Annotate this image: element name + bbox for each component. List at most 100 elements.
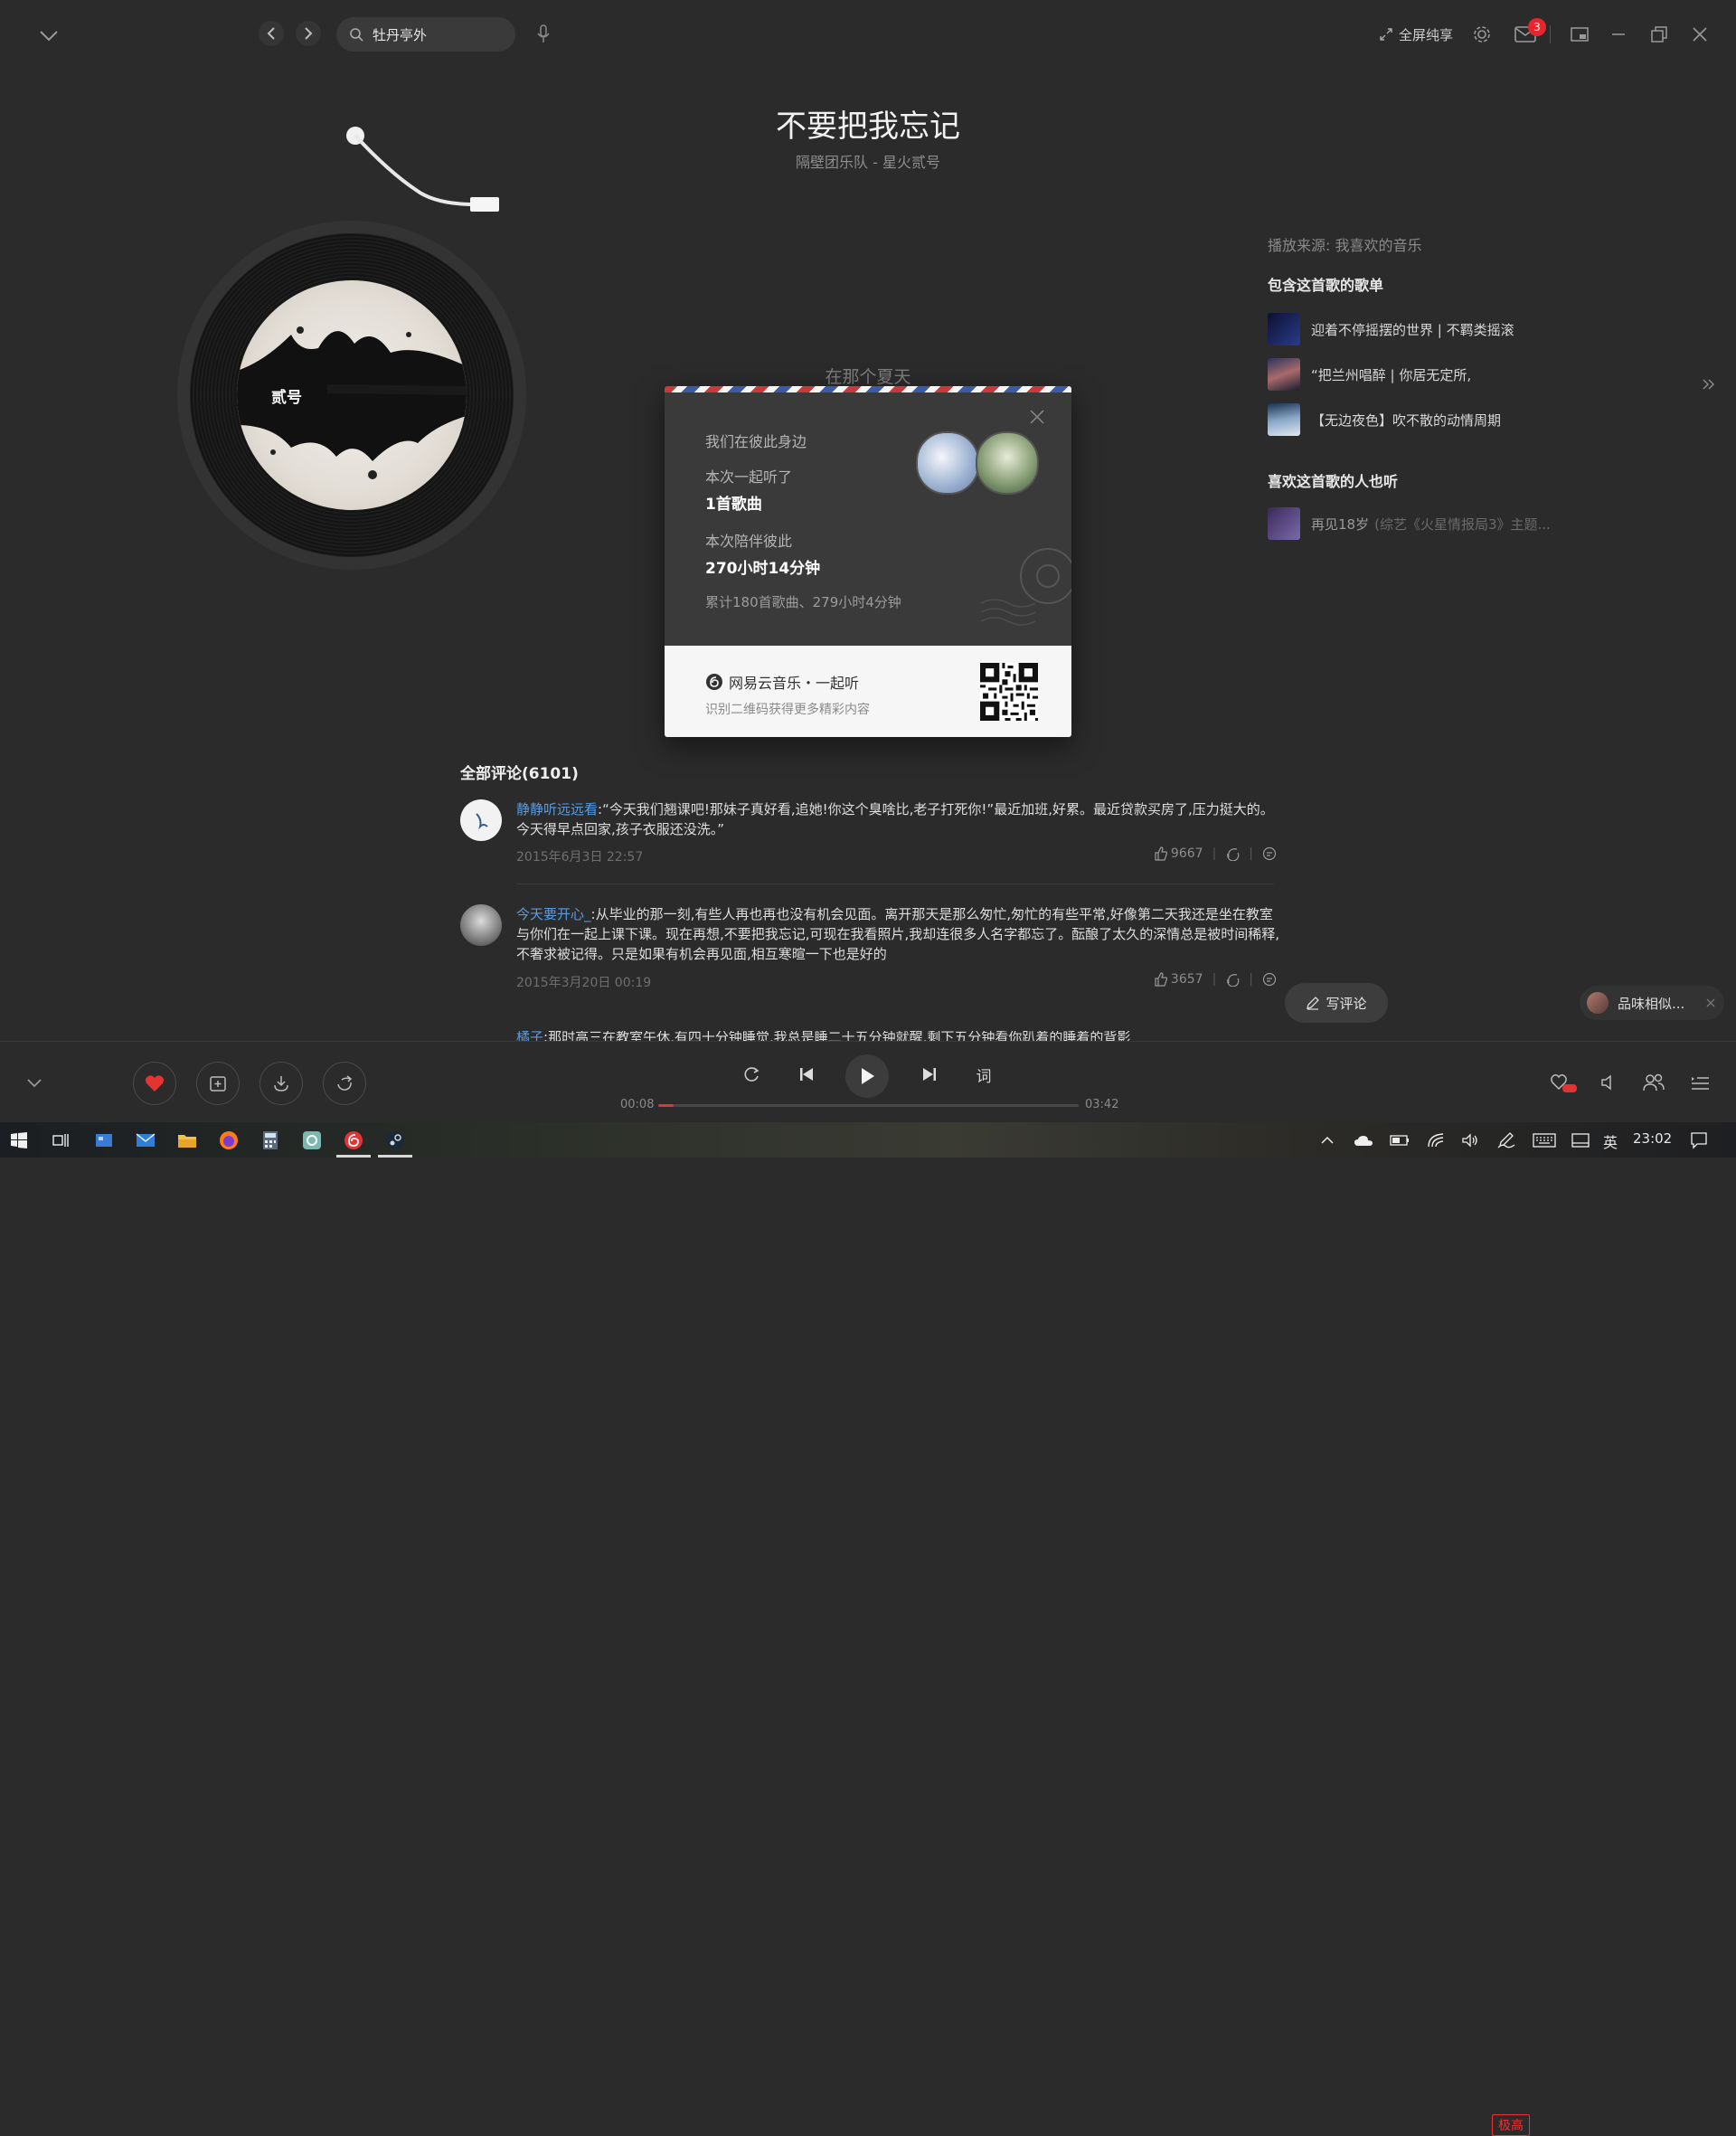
collapse-player-button[interactable] — [22, 1073, 47, 1094]
battery-tray[interactable] — [1388, 1129, 1411, 1152]
queue-list-icon — [1692, 1077, 1709, 1090]
tablet-icon — [1571, 1133, 1590, 1148]
taskbar-mail[interactable] — [134, 1129, 157, 1152]
touch-keyboard-tray[interactable] — [1533, 1129, 1556, 1152]
reply-icon[interactable] — [1262, 846, 1277, 861]
search-box[interactable] — [336, 17, 515, 52]
comment-body: :从毕业的那一刻,有些人再也再也没有机会见面。离开那天是那么匆忙,匆忙的有些平常… — [516, 906, 1280, 962]
close-icon[interactable] — [1706, 998, 1715, 1007]
comment-item: 橘子:那时高三在教室午休,有四十分钟睡觉,我总是睡二十五分钟就醒,剩下五分钟看你… — [460, 1031, 1274, 1041]
avatar[interactable] — [460, 904, 502, 946]
taskbar-explorer[interactable] — [175, 1129, 199, 1152]
progress-fill — [658, 1104, 674, 1107]
also-listen-item[interactable]: 再见18岁 (综艺《火星情报局3》主题... — [1268, 507, 1551, 540]
minimize-icon — [1612, 33, 1625, 35]
comment-user[interactable]: 静静听远远看 — [516, 801, 598, 818]
clock[interactable]: 23:02 — [1633, 1130, 1672, 1147]
onedrive-tray[interactable] — [1352, 1129, 1375, 1152]
taskbar-calculator[interactable] — [259, 1129, 282, 1152]
expand-panel-button[interactable] — [1700, 374, 1718, 394]
playlist-item[interactable]: 迎着不停摇摆的世界 | 不羁类摇滚 — [1268, 313, 1514, 345]
play-button[interactable] — [845, 1054, 889, 1098]
search-input[interactable] — [371, 25, 501, 43]
quality-badge[interactable]: 极高 — [1492, 2114, 1530, 2136]
postmark-icon — [981, 548, 1071, 626]
firefox-icon — [220, 1131, 238, 1149]
listened-value: 1首歌曲 — [705, 496, 762, 514]
minimize-button[interactable] — [1605, 22, 1632, 47]
mini-mode-button[interactable] — [1566, 22, 1593, 47]
collapse-chevron-icon[interactable] — [34, 24, 63, 49]
close-button[interactable] — [1024, 404, 1050, 430]
together-label: 我们在彼此身边 — [705, 433, 807, 450]
tray-expand-button[interactable] — [1316, 1129, 1339, 1152]
playlist-name: 【无边夜色】吹不散的动情周期 — [1311, 411, 1502, 429]
taskbar-firefox[interactable] — [217, 1129, 241, 1152]
lyrics-button[interactable]: 词 — [971, 1062, 996, 1087]
forward-button[interactable] — [296, 21, 321, 46]
back-button[interactable] — [259, 21, 284, 46]
playlist-item[interactable]: 【无边夜色】吹不散的动情周期 — [1268, 403, 1501, 436]
close-icon — [1030, 410, 1044, 424]
voice-search-button[interactable] — [532, 22, 555, 47]
comment-actions: 3657 | | — [1154, 972, 1277, 987]
playlist-queue-button[interactable] — [1686, 1070, 1713, 1095]
like-button[interactable]: 3657 — [1154, 972, 1203, 987]
album-label-text: 贰号 — [271, 389, 302, 407]
write-comment-button[interactable]: 写评论 — [1285, 983, 1388, 1023]
taskbar-netease-music[interactable] — [342, 1129, 365, 1152]
comment-item: 静静听远远看:“今天我们翘课吧!那妹子真好看,追她!你这个臭啥比,老子打死你!”… — [460, 799, 1277, 890]
taskbar-app[interactable] — [300, 1129, 324, 1152]
download-icon — [274, 1076, 288, 1092]
fullscreen-share-label: 全屏纯享 — [1399, 26, 1454, 43]
pen-tray[interactable] — [1495, 1129, 1518, 1152]
like-button[interactable]: 9667 — [1154, 846, 1203, 861]
share-icon[interactable] — [1225, 972, 1240, 987]
taste-similar-pill[interactable]: 品味相似... — [1580, 986, 1724, 1020]
next-button[interactable] — [918, 1063, 941, 1086]
comment-text: 今天要开心_:从毕业的那一刻,有些人再也再也没有机会见面。离开那天是那么匆忙,匆… — [516, 904, 1281, 964]
repeat-mode-button[interactable] — [740, 1063, 763, 1086]
play-source[interactable]: 播放来源: 我喜欢的音乐 — [1268, 233, 1593, 255]
download-button[interactable] — [259, 1062, 303, 1105]
song-artist-album[interactable]: 隔壁团乐队 - 星火贰号 — [633, 150, 1103, 172]
playlist-item[interactable]: “把兰州唱醉 | 你居无定所, — [1268, 358, 1471, 391]
comment-time: 2015年6月3日 22:57 — [516, 850, 644, 865]
like-song-button[interactable] — [133, 1062, 176, 1105]
action-center-button[interactable] — [1687, 1129, 1711, 1152]
listen-together-button[interactable] — [1639, 1070, 1668, 1095]
avatar[interactable] — [460, 799, 502, 841]
settings-button[interactable] — [1468, 22, 1495, 47]
windows-start-button[interactable] — [7, 1129, 31, 1152]
netease-music-logo-icon — [706, 674, 722, 690]
next-track-icon — [923, 1068, 936, 1081]
volume-button[interactable] — [1596, 1070, 1621, 1095]
add-to-playlist-button[interactable] — [196, 1062, 240, 1105]
comment-user[interactable]: 橘子 — [516, 1031, 543, 1041]
fullscreen-share-button[interactable]: 全屏纯享 — [1379, 22, 1453, 47]
share-icon[interactable] — [1225, 846, 1240, 861]
tonearm — [346, 127, 499, 212]
wifi-tray[interactable] — [1424, 1129, 1448, 1152]
close-button[interactable] — [1686, 22, 1713, 47]
maximize-button[interactable] — [1646, 22, 1673, 47]
share-button[interactable] — [323, 1062, 366, 1105]
volume-tray[interactable] — [1458, 1129, 1482, 1152]
expand-icon — [1380, 28, 1392, 41]
progress-bar[interactable] — [658, 1104, 1079, 1107]
taskbar-steam[interactable] — [383, 1129, 407, 1152]
listened-label: 本次一起听了 — [705, 468, 793, 486]
comment-item: 今天要开心_:从毕业的那一刻,有些人再也再也没有机会见面。离开那天是那么匆忙,匆… — [460, 904, 1279, 1004]
reply-icon[interactable] — [1262, 972, 1277, 987]
ime-indicator[interactable]: 英 — [1603, 1130, 1618, 1152]
comment-user[interactable]: 今天要开心_ — [516, 906, 591, 922]
speaker-icon — [1462, 1133, 1477, 1148]
taskbar-app[interactable] — [92, 1129, 116, 1152]
sound-effect-button[interactable] — [1548, 1070, 1579, 1095]
tablet-mode-tray[interactable] — [1569, 1129, 1592, 1152]
previous-button[interactable] — [795, 1063, 818, 1086]
taste-similar-label: 品味相似... — [1618, 995, 1685, 1012]
chevron-left-icon — [267, 27, 275, 40]
comment-time: 2015年3月20日 00:19 — [516, 976, 652, 990]
task-view-button[interactable] — [49, 1129, 72, 1152]
